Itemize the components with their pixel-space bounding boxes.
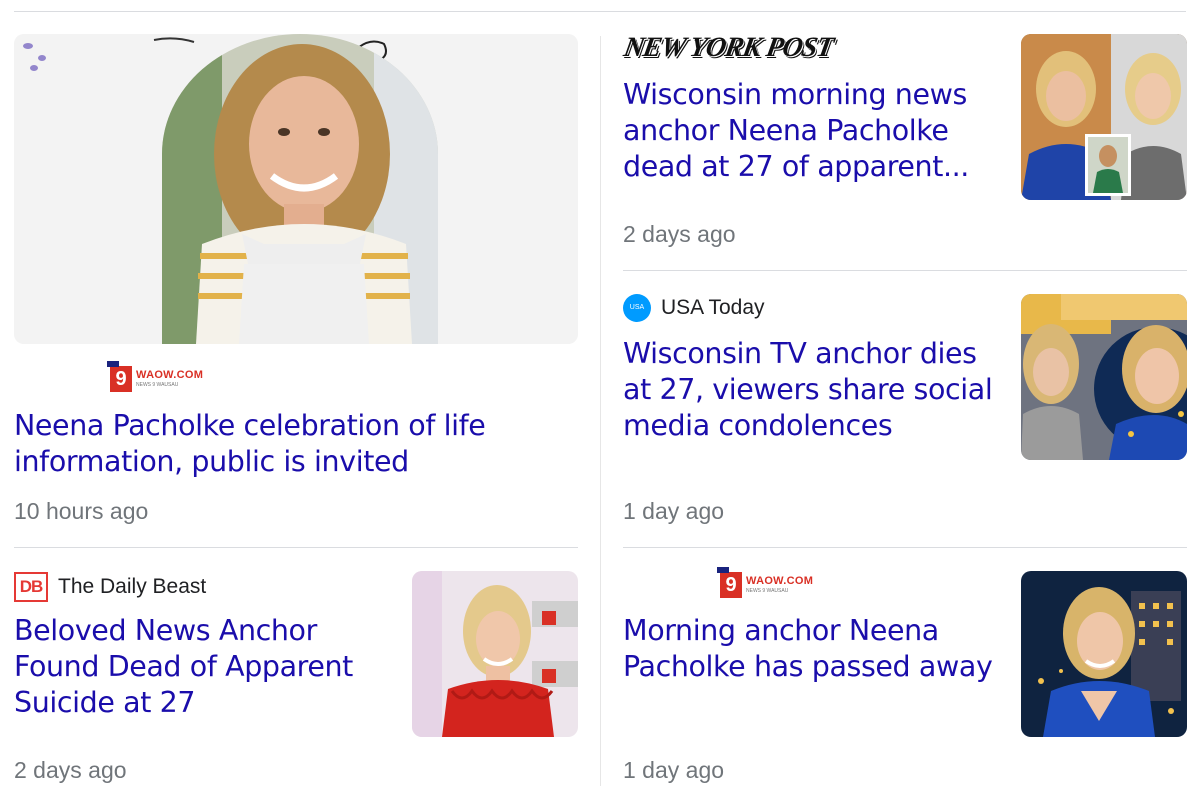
article-5-time: 1 day ago — [623, 757, 725, 783]
article-4-thumbnail[interactable] — [412, 571, 578, 737]
source-name: USA Today — [661, 296, 765, 319]
article-2-thumbnail[interactable] — [1021, 34, 1187, 200]
waow-9-logo: 9 WAOW.COM NEWS 9 WAUSAU — [717, 567, 814, 598]
article-5-title[interactable]: Morning anchor Neena Pacholke has passed… — [623, 613, 993, 685]
article-5-thumbnail[interactable] — [1021, 571, 1187, 737]
article-1-title[interactable]: Neena Pacholke celebration of life infor… — [14, 408, 534, 480]
article-2-time: 2 days ago — [623, 221, 736, 247]
anchor-collage-image — [1021, 34, 1187, 200]
usa-today-logo: USA TODAY — [623, 294, 651, 339]
waow-nine-mark: 9 — [107, 361, 132, 392]
article-3-source: USA TODAY USA Today — [623, 294, 765, 339]
article-3-thumbnail[interactable] — [1021, 294, 1187, 460]
article-1-image[interactable] — [14, 34, 578, 344]
article-2-source: NEW YORK POST — [621, 32, 836, 63]
source-name: The Daily Beast — [58, 575, 207, 598]
article-2-title[interactable]: Wisconsin morning news anchor Neena Pach… — [623, 77, 983, 185]
anchor-night-city-image — [1021, 571, 1187, 737]
article-4-time: 2 days ago — [14, 757, 127, 783]
article-3-time: 1 day ago — [623, 498, 725, 524]
waow-logo-tagline: NEWS 9 WAUSAU — [136, 382, 179, 388]
anchor-studio-image — [1021, 294, 1187, 460]
divider — [623, 547, 1187, 548]
daily-beast-logo: DB — [14, 572, 48, 602]
article-5-source: 9 WAOW.COM NEWS 9 WAUSAU — [717, 567, 814, 598]
waow-9-logo: 9 WAOW.COM NEWS 9 WAUSAU — [107, 361, 204, 392]
divider — [14, 547, 578, 548]
waow-logo-name: WAOW.COM — [136, 369, 204, 381]
waow-logo-tagline: NEWS 9 WAUSAU — [746, 588, 789, 594]
article-3-title[interactable]: Wisconsin TV anchor dies at 27, viewers … — [623, 336, 1003, 444]
waow-nine-mark: 9 — [717, 567, 742, 598]
article-1-time: 10 hours ago — [14, 498, 149, 524]
woman-portrait-image — [14, 34, 578, 344]
new-york-post-logo: NEW YORK POST — [621, 32, 836, 63]
article-1-source: 9 WAOW.COM NEWS 9 WAUSAU — [107, 361, 204, 392]
anchor-red-dress-image — [412, 571, 578, 737]
top-divider — [14, 11, 1186, 12]
waow-logo-name: WAOW.COM — [746, 575, 814, 587]
article-4-source: DB The Daily Beast — [14, 572, 206, 602]
article-4-title[interactable]: Beloved News Anchor Found Dead of Appare… — [14, 613, 394, 721]
divider — [623, 270, 1187, 271]
column-divider — [600, 36, 601, 786]
